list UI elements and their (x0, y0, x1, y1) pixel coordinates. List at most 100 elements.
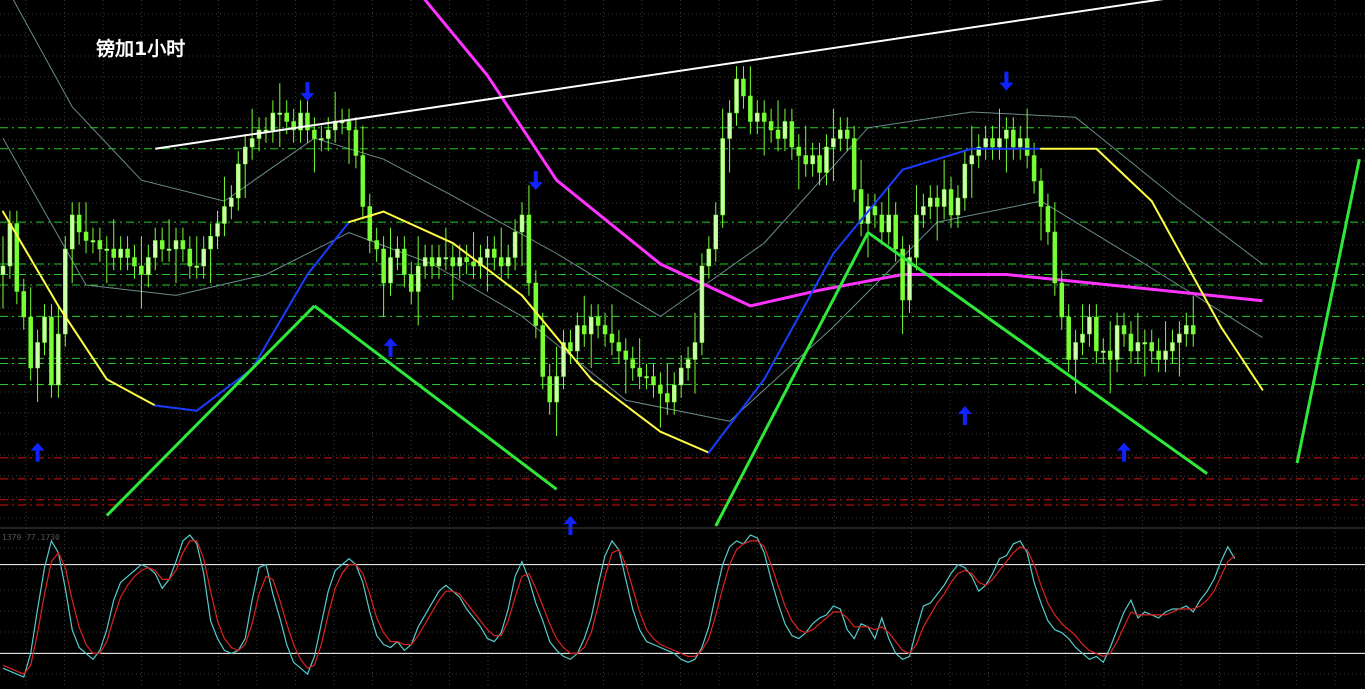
candle-body (498, 257, 504, 267)
candle-body (851, 138, 857, 190)
oscillator-readout: 1379 77.1730 (2, 533, 60, 542)
candle-body (464, 257, 469, 262)
candle-body (388, 257, 393, 284)
arrow-shaft (305, 82, 310, 95)
candle-body (568, 342, 573, 352)
candle-body (928, 197, 933, 207)
candle-body (803, 155, 808, 165)
candle-body (775, 129, 781, 139)
candle-body (616, 342, 622, 352)
candle-body (215, 223, 220, 237)
candle-body (21, 291, 27, 318)
candle-body (485, 248, 490, 258)
candle-body (1066, 316, 1071, 360)
candle-body (450, 257, 456, 267)
candle-body (208, 236, 213, 250)
candle[interactable] (49, 304, 54, 398)
chart-canvas[interactable] (0, 0, 1365, 685)
arrow-shaft (962, 412, 967, 425)
candle-body (49, 316, 54, 386)
candle-body (1024, 138, 1030, 156)
candle-body (893, 214, 898, 250)
candle-body (796, 146, 802, 156)
candle-body (1038, 180, 1044, 207)
candle-body (28, 316, 33, 369)
candle-body (817, 155, 822, 173)
candle-body (838, 129, 843, 139)
candle-body (63, 248, 68, 335)
candle-body (969, 155, 975, 165)
candle-body (575, 325, 580, 352)
candle-body (699, 265, 705, 343)
candle-body (713, 214, 719, 250)
candle-body (741, 78, 746, 97)
candle-body (831, 138, 836, 148)
candle-body (1135, 342, 1141, 352)
candle-body (187, 248, 193, 267)
candle-body (201, 248, 206, 267)
candle-body (824, 146, 829, 173)
candle-body (242, 146, 248, 165)
candle-body (727, 112, 732, 139)
candle-body (1073, 342, 1078, 360)
candle-body (962, 163, 968, 199)
candle-body (415, 265, 421, 292)
candle-body (658, 384, 663, 394)
arrow-shaft (1004, 71, 1009, 84)
candle-body (159, 240, 165, 250)
candle-body (1184, 325, 1189, 335)
candle-body (547, 376, 552, 403)
chart-title: 镑加1小时 (96, 38, 186, 60)
candle-body (512, 231, 518, 258)
candle-body (1114, 325, 1120, 360)
candle-body (623, 350, 629, 360)
candle-body (312, 129, 317, 139)
candle-body (90, 240, 96, 243)
candle-body (1052, 231, 1058, 284)
candle-body (768, 121, 774, 131)
candle[interactable] (14, 210, 20, 305)
forex-chart-window[interactable]: 镑加1小时 1379 77.1730 (0, 0, 1365, 685)
candle-body (83, 231, 89, 241)
candle-body (139, 265, 144, 275)
candle-body (886, 214, 892, 233)
candle-body (914, 214, 919, 258)
candle-body (284, 112, 289, 122)
candle-body (505, 257, 511, 267)
candle-body (270, 112, 276, 131)
candle-body (305, 112, 310, 131)
candle-body (132, 257, 137, 267)
candle-body (582, 325, 587, 335)
candle-body (872, 206, 878, 216)
candle-body (782, 121, 788, 139)
candle-body (104, 248, 110, 251)
candle[interactable] (63, 236, 68, 347)
candle-body (706, 248, 712, 267)
candle-body (236, 163, 241, 199)
candle-body (180, 240, 186, 250)
candle-body (1163, 350, 1168, 360)
candle-body (111, 248, 116, 258)
candle-body (983, 138, 988, 148)
candle-body (1101, 350, 1106, 353)
candle-body (492, 248, 497, 258)
candle-body (1059, 282, 1065, 318)
candle-body (844, 129, 850, 139)
candle-body (125, 248, 130, 258)
candle-body (1121, 325, 1127, 335)
candle-body (353, 129, 359, 156)
candle-body (519, 214, 525, 233)
candle-body (755, 112, 760, 122)
candle-body (325, 129, 331, 139)
candle-body (734, 78, 739, 114)
candle-body (1107, 350, 1113, 360)
candle-body (97, 240, 103, 250)
candle-body (1031, 155, 1037, 182)
candle-body (1011, 129, 1016, 148)
candle-body (1080, 333, 1085, 343)
candle-body (166, 248, 172, 251)
candle[interactable] (699, 253, 705, 356)
candle-body (678, 367, 684, 386)
candle-body (595, 316, 601, 326)
candle-body (76, 214, 82, 233)
